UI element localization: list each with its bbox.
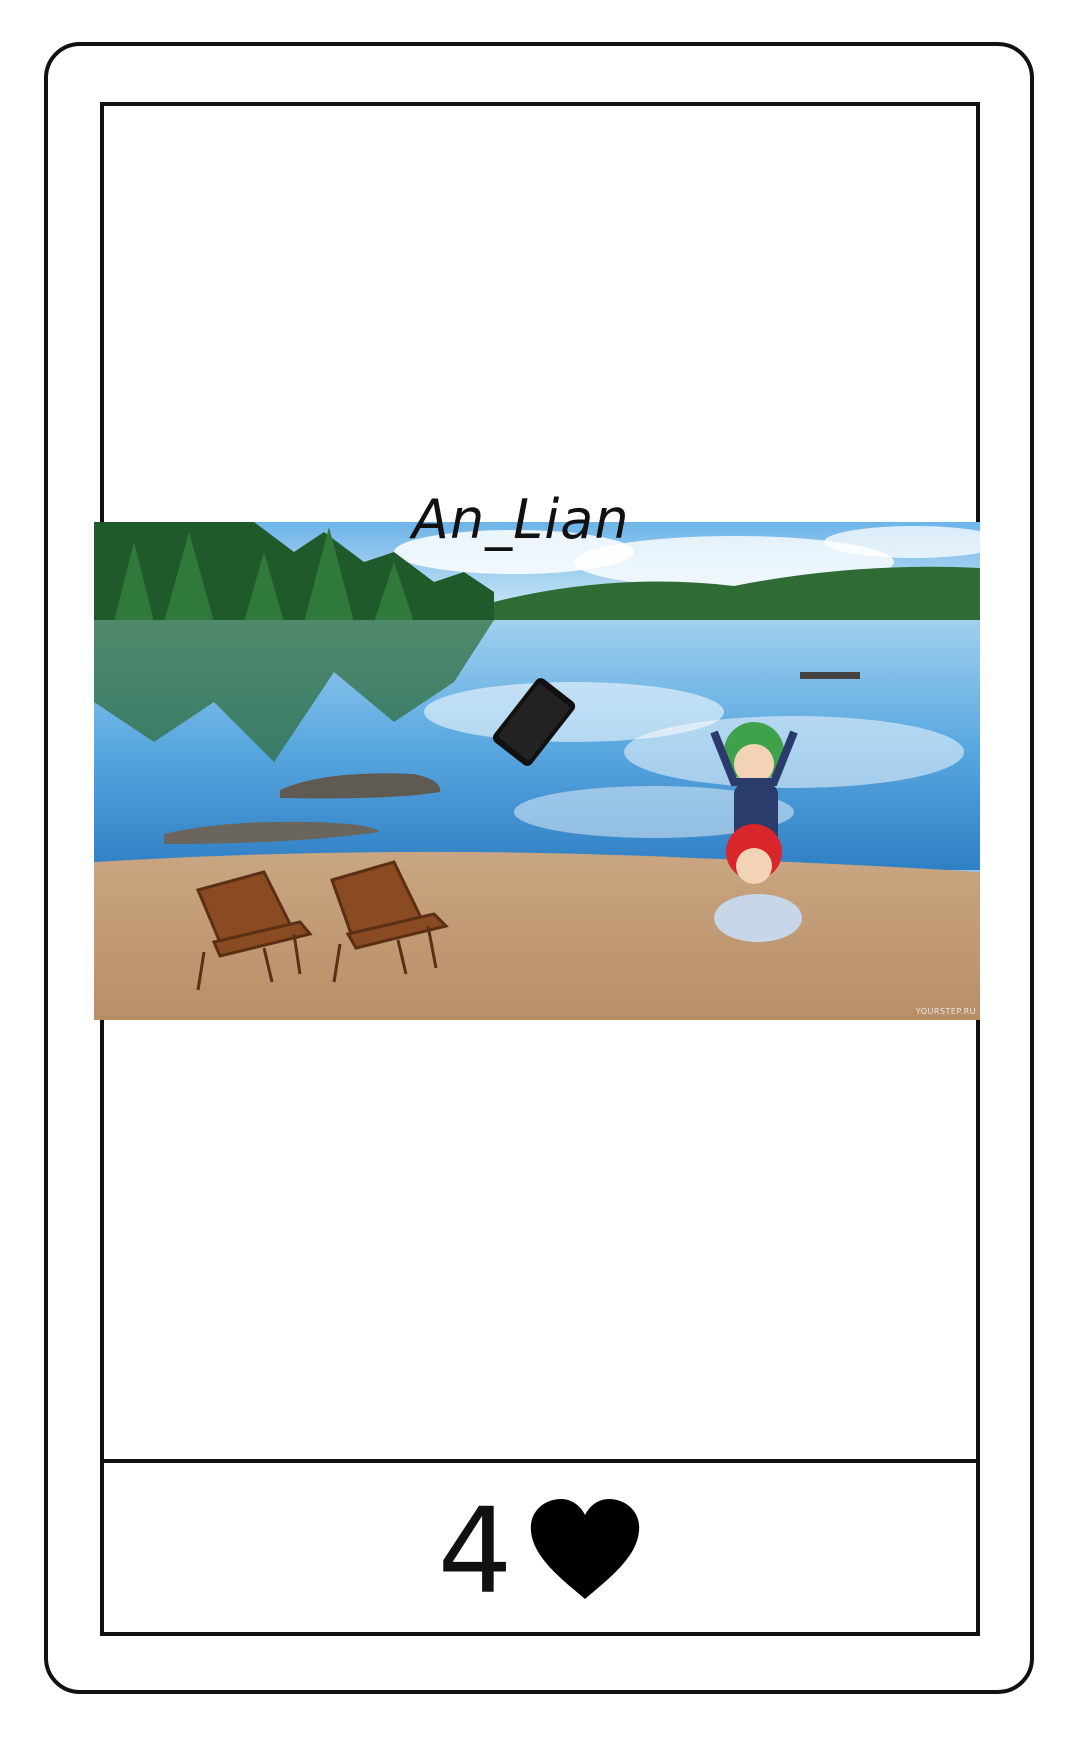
lake-beach-photo — [94, 522, 980, 1020]
like-count: 4 — [437, 1481, 513, 1620]
heart-icon[interactable] — [527, 1497, 643, 1601]
post-photo[interactable]: YOURSTEP.RU — [94, 522, 980, 1020]
photo-watermark: YOURSTEP.RU — [915, 1007, 976, 1016]
likes-footer: 4 — [104, 1463, 976, 1632]
post-caption: An_Lian — [412, 488, 630, 551]
